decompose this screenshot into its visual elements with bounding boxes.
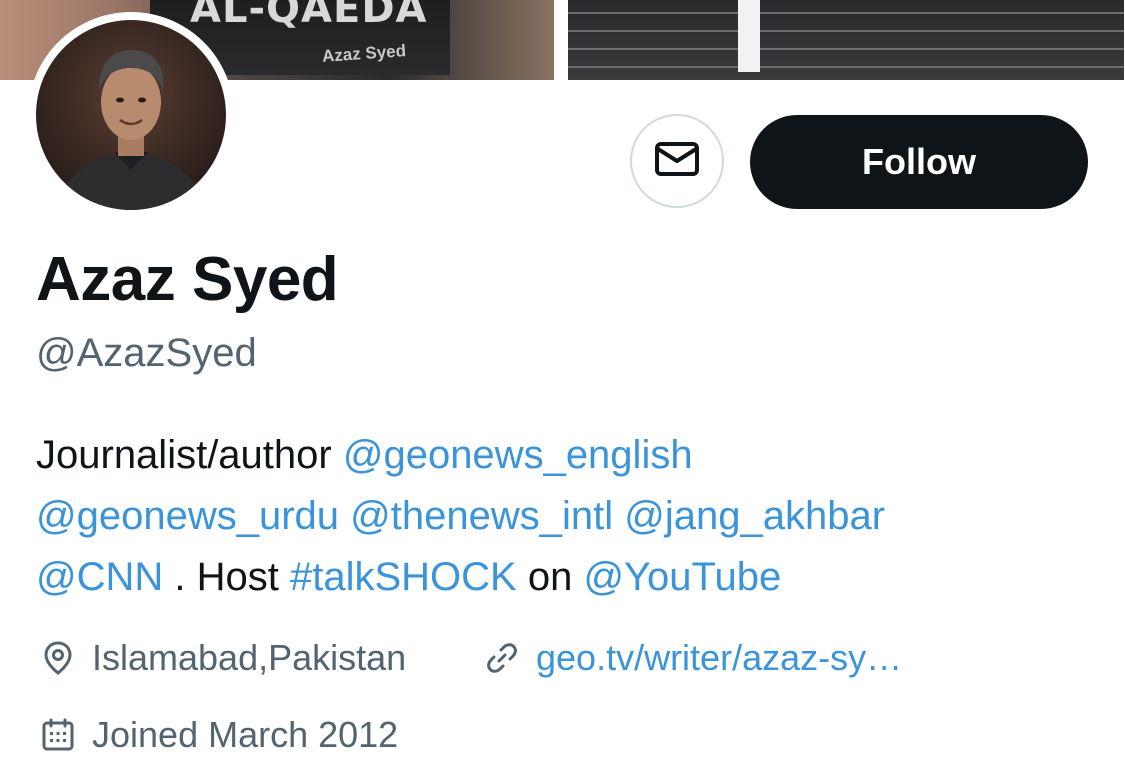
bio-hashtag-link[interactable]: #talkSHOCK <box>290 555 517 599</box>
book-spine <box>568 12 1124 14</box>
bio-line: @CNN . Host #talkSHOCK on @YouTube <box>36 547 1096 608</box>
bio-mention-link[interactable]: @thenews_intl <box>350 494 613 538</box>
bio-text <box>339 494 350 538</box>
profile-joined-date: Joined March 2012 <box>40 711 398 759</box>
book-spine <box>568 48 1124 50</box>
calendar-icon <box>40 717 76 753</box>
message-button[interactable] <box>630 114 724 208</box>
bio-text <box>613 494 624 538</box>
bio-line: @geonews_urdu @thenews_intl @jang_akhbar <box>36 486 1096 547</box>
location-text: Islamabad,Pakistan <box>92 637 407 678</box>
profile-name: Azaz Syed <box>36 245 339 314</box>
profile-website[interactable]: geo.tv/writer/azaz-sy… <box>484 634 902 682</box>
location-pin-icon <box>40 640 76 676</box>
joined-text: Joined March 2012 <box>92 714 399 755</box>
profile-handle: @AzazSyed <box>36 331 257 375</box>
bio-mention-link[interactable]: @geonews_english <box>343 433 693 477</box>
book-title-text: AL-QAEDA <box>190 0 428 32</box>
follow-button[interactable]: Follow <box>750 115 1088 209</box>
banner-image-books-stack[interactable] <box>568 0 1124 80</box>
follow-button-label: Follow <box>862 141 976 182</box>
book-spine <box>568 66 1124 68</box>
bio-line: Journalist/author @geonews_english <box>36 425 1096 486</box>
bio-mention-link[interactable]: @jang_akhbar <box>624 494 885 538</box>
avatar[interactable] <box>36 20 226 210</box>
book-spine <box>568 30 1124 32</box>
bookmark-tab <box>738 0 760 72</box>
bio-mention-link[interactable]: @CNN <box>36 555 163 599</box>
website-link[interactable]: geo.tv/writer/azaz-sy… <box>536 634 902 682</box>
profile-location: Islamabad,Pakistan <box>40 634 406 682</box>
bio-mention-link[interactable]: @YouTube <box>583 555 781 599</box>
bio-text: on <box>516 555 584 599</box>
bio-text: Journalist/author <box>36 433 343 477</box>
link-icon <box>484 640 520 676</box>
bio-text: . Host <box>163 555 290 599</box>
bio-mention-link[interactable]: @geonews_urdu <box>36 494 339 538</box>
avatar-portrait <box>56 50 206 210</box>
profile-bio: Journalist/author @geonews_english @geon… <box>36 425 1096 608</box>
envelope-icon <box>654 141 700 182</box>
